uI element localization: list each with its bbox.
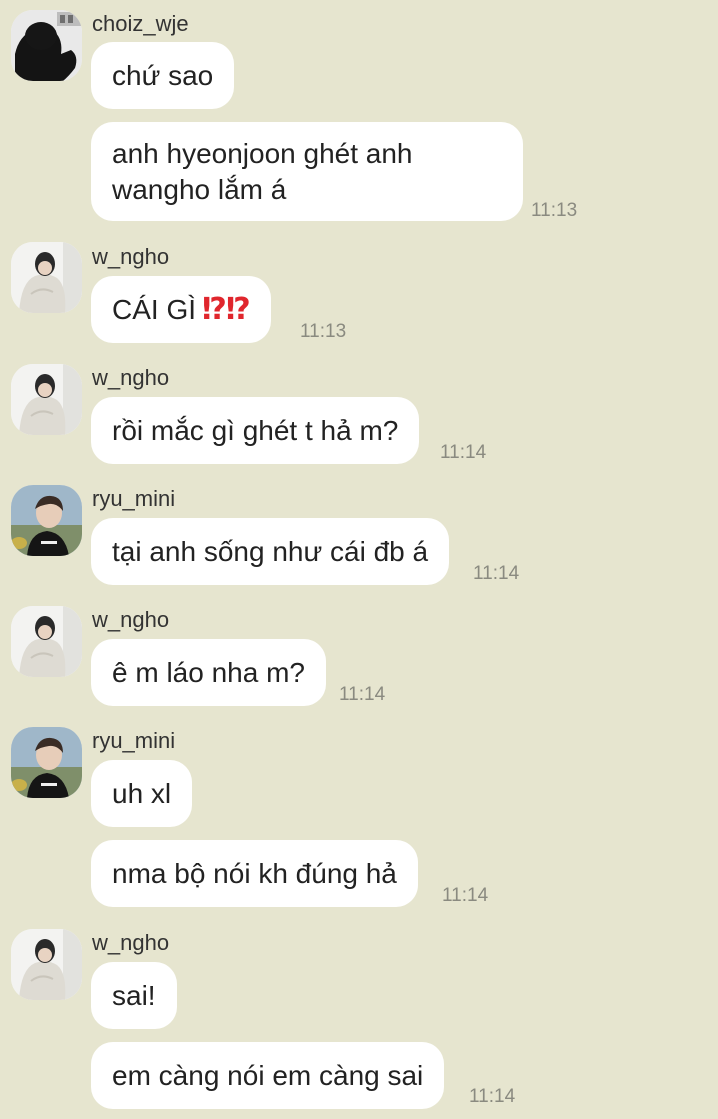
chat-conversation: choiz_wje chứ sao anh hyeonjoon ghét anh… xyxy=(0,0,718,1119)
message-bubble[interactable]: rồi mắc gì ghét t hả m? xyxy=(91,397,420,464)
message-bubble[interactable]: ê m láo nha m? xyxy=(91,639,326,706)
person-black-tshirt-avatar-icon xyxy=(11,727,82,798)
message-timestamp: 11:14 xyxy=(442,885,489,906)
message-timestamp: 11:13 xyxy=(531,200,578,221)
message-bubble[interactable]: chứ sao xyxy=(91,42,235,109)
message-text: anh hyeonjoon ghét anh wangho lắm á xyxy=(112,137,413,205)
sender-name: w_ngho xyxy=(92,365,170,390)
message-bubble[interactable]: tại anh sống như cái đb á xyxy=(91,518,450,585)
message-timestamp: 11:14 xyxy=(469,1086,516,1107)
message-timestamp: 11:14 xyxy=(473,563,520,584)
message-bubble[interactable]: em càng nói em càng sai xyxy=(91,1042,445,1109)
avatar-ryu-mini[interactable] xyxy=(11,485,82,556)
message-text: rồi mắc gì ghét t hả m? xyxy=(112,414,399,446)
avatar-w-ngho[interactable] xyxy=(11,606,82,677)
message-text: nma bộ nói kh đúng hả xyxy=(112,857,397,889)
message-bubble[interactable]: nma bộ nói kh đúng hả xyxy=(91,840,418,907)
avatar-w-ngho[interactable] xyxy=(11,242,82,313)
person-white-sweater-avatar-icon xyxy=(11,929,82,1000)
person-white-sweater-avatar-icon xyxy=(11,242,82,313)
message-bubble[interactable]: anh hyeonjoon ghét anh wangho lắm á xyxy=(91,122,523,221)
message-timestamp: 11:13 xyxy=(300,321,347,342)
message-bubble[interactable]: sai! xyxy=(91,962,177,1029)
avatar-w-ngho[interactable] xyxy=(11,929,82,1000)
sender-name: ryu_mini xyxy=(92,486,176,511)
person-black-tshirt-avatar-icon xyxy=(11,485,82,556)
message-bubble[interactable]: uh xl xyxy=(91,760,193,827)
avatar-choiz-wje[interactable] xyxy=(11,10,82,81)
sender-name: w_ngho xyxy=(92,607,170,632)
person-white-sweater-avatar-icon xyxy=(11,606,82,677)
message-text: ê m láo nha m? xyxy=(112,656,305,688)
avatar-ryu-mini[interactable] xyxy=(11,727,82,798)
message-text: CÁI GÌ xyxy=(112,293,197,325)
sender-name: ryu_mini xyxy=(92,728,176,753)
message-text: tại anh sống như cái đb á xyxy=(112,535,429,567)
avatar-w-ngho[interactable] xyxy=(11,364,82,435)
message-text: uh xl xyxy=(112,777,172,809)
message-timestamp: 11:14 xyxy=(339,684,386,705)
sender-name: w_ngho xyxy=(92,930,170,955)
person-white-sweater-avatar-icon xyxy=(11,364,82,435)
sender-name: choiz_wje xyxy=(92,11,189,36)
red-exclamation-question-icon: ⁉⁉ xyxy=(202,292,251,326)
sender-name: w_ngho xyxy=(92,244,170,269)
dark-silhouette-avatar-icon xyxy=(11,10,82,81)
message-bubble[interactable]: CÁI GÌ ⁉⁉ xyxy=(91,276,271,343)
message-timestamp: 11:14 xyxy=(440,442,487,463)
message-text: em càng nói em càng sai xyxy=(112,1059,424,1091)
message-text: chứ sao xyxy=(112,59,214,91)
message-text: sai! xyxy=(112,979,156,1011)
